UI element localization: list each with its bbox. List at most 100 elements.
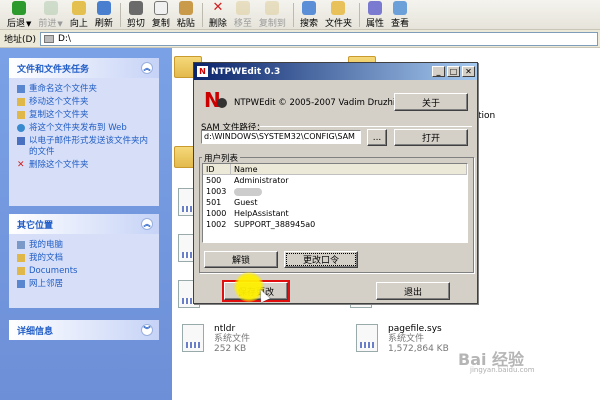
- move-to-button[interactable]: 移至: [231, 0, 255, 30]
- collapse-chevron-icon[interactable]: ︽: [141, 62, 153, 74]
- task-pane: 文件和文件夹任务 ︽ 重命名这个文件夹 移动这个文件夹 复制这个文件夹 将这个文…: [0, 48, 172, 400]
- web-globe-icon: [17, 124, 25, 132]
- up-button[interactable]: 向上: [67, 0, 91, 30]
- details-panel: 详细信息 ︾: [9, 320, 159, 340]
- properties-button[interactable]: 属性: [363, 0, 387, 30]
- address-label: 地址(D): [4, 35, 36, 45]
- scissors-icon: [128, 1, 143, 15]
- computer-icon: [17, 241, 25, 249]
- toolbar-separator: [201, 3, 203, 27]
- copy-folder-icon: [17, 111, 25, 119]
- user-list[interactable]: ID Name 500 Administrator 1003 501 Guest…: [202, 163, 468, 243]
- delete-button[interactable]: ✕ 删除: [206, 0, 230, 30]
- place-my-computer[interactable]: 我的电脑: [17, 240, 153, 251]
- shared-folder-icon: [17, 267, 25, 275]
- ntpwedit-dialog: N NTPWEdit 0.3 _ □ ✕ N NTPWEdit © 2005-2…: [193, 62, 478, 304]
- copyright-text: NTPWEdit © 2005-2007 Vadim Druzhin: [234, 98, 401, 108]
- toolbar-separator: [292, 3, 294, 27]
- system-file-icon[interactable]: [182, 324, 204, 352]
- views-button[interactable]: 查看: [388, 0, 412, 30]
- folder-up-icon: [71, 1, 86, 15]
- about-button[interactable]: 关于: [394, 93, 468, 111]
- column-id[interactable]: ID: [203, 164, 231, 174]
- place-network[interactable]: 网上邻居: [17, 279, 153, 290]
- address-bar: 地址(D) D:\: [0, 30, 600, 48]
- unlock-button[interactable]: 解锁: [204, 251, 278, 268]
- user-row[interactable]: 1000 HelpAssistant: [203, 208, 467, 219]
- search-button[interactable]: 搜索: [297, 0, 321, 30]
- watermark-url: jingyan.baidu.com: [470, 366, 535, 374]
- properties-icon: [367, 1, 382, 15]
- copy-to-button[interactable]: 复制到: [256, 0, 289, 30]
- copy-icon: [153, 1, 168, 15]
- task-move-folder[interactable]: 移动这个文件夹: [17, 97, 153, 108]
- address-value: D:\: [57, 33, 71, 44]
- forward-arrow-icon: [43, 1, 58, 15]
- back-button[interactable]: 后退▼: [4, 0, 34, 30]
- file-ntldr[interactable]: ntldr 系统文件 252 KB: [214, 324, 250, 354]
- user-row[interactable]: 501 Guest: [203, 197, 467, 208]
- folder-tree-icon: [331, 1, 346, 15]
- copy-button[interactable]: 复制: [149, 0, 173, 30]
- details-header[interactable]: 详细信息 ︾: [9, 320, 159, 340]
- open-button[interactable]: 打开: [394, 129, 468, 146]
- ntpwedit-logo-icon: N: [204, 88, 228, 114]
- collapse-chevron-icon[interactable]: ︽: [141, 218, 153, 230]
- user-list-header: ID Name: [203, 164, 467, 175]
- documents-folder-icon: [17, 254, 25, 262]
- sam-group-line: [260, 126, 472, 127]
- expand-chevron-icon[interactable]: ︾: [141, 324, 153, 336]
- toolbar: 后退▼ 前进▼ 向上 刷新 剪切 复制 粘贴 ✕ 删除 移至 复制到 搜索 文件…: [0, 0, 600, 30]
- redacted-name: [234, 187, 262, 196]
- close-button[interactable]: ✕: [462, 66, 475, 77]
- task-email-files[interactable]: 以电子邮件形式发送该文件夹内的文件: [17, 136, 153, 158]
- copy-to-icon: [265, 1, 280, 15]
- clipboard-icon: [178, 1, 193, 15]
- file-name-fragment: tion: [478, 111, 496, 121]
- column-name[interactable]: Name: [231, 164, 467, 174]
- refresh-button[interactable]: 刷新: [92, 0, 116, 30]
- file-tasks-header[interactable]: 文件和文件夹任务 ︽: [9, 58, 159, 78]
- change-password-button[interactable]: 更改口令: [284, 251, 358, 268]
- sam-path-input[interactable]: d:\WINDOWS\SYSTEM32\CONFIG\SAM: [201, 130, 361, 144]
- toolbar-separator: [119, 3, 121, 27]
- back-arrow-icon: [12, 1, 27, 15]
- other-places-panel: 其它位置 ︽ 我的电脑 我的文档 Documents 网上邻居: [9, 214, 159, 308]
- app-logo-icon: N: [197, 66, 208, 77]
- browse-button[interactable]: ...: [367, 129, 387, 146]
- move-to-icon: [235, 1, 250, 15]
- task-copy-folder[interactable]: 复制这个文件夹: [17, 110, 153, 121]
- place-documents[interactable]: Documents: [17, 266, 153, 277]
- user-row[interactable]: 1002 SUPPORT_388945a0: [203, 219, 467, 230]
- exit-button[interactable]: 退出: [376, 282, 450, 300]
- cut-button[interactable]: 剪切: [124, 0, 148, 30]
- dialog-titlebar[interactable]: N NTPWEdit 0.3 _ □ ✕: [194, 63, 477, 80]
- email-icon: [17, 137, 25, 145]
- address-input[interactable]: D:\: [39, 31, 598, 46]
- system-file-icon[interactable]: [356, 324, 378, 352]
- other-places-header[interactable]: 其它位置 ︽: [9, 214, 159, 234]
- task-delete-folder[interactable]: ✕ 删除这个文件夹: [17, 160, 153, 171]
- views-grid-icon: [392, 1, 407, 15]
- network-icon: [17, 280, 25, 288]
- toolbar-separator: [358, 3, 360, 27]
- task-publish-web[interactable]: 将这个文件夹发布到 Web: [17, 123, 153, 134]
- file-pagefile[interactable]: pagefile.sys 系统文件 1,572,864 KB: [388, 324, 449, 354]
- file-tasks-panel: 文件和文件夹任务 ︽ 重命名这个文件夹 移动这个文件夹 复制这个文件夹 将这个文…: [9, 58, 159, 206]
- forward-button[interactable]: 前进▼: [35, 0, 65, 30]
- user-row[interactable]: 500 Administrator: [203, 175, 467, 186]
- search-icon: [301, 1, 316, 15]
- dialog-title: NTPWEdit 0.3: [211, 66, 281, 77]
- delete-x-icon: ✕: [17, 160, 25, 170]
- rename-icon: [17, 85, 25, 93]
- task-rename-folder[interactable]: 重命名这个文件夹: [17, 84, 153, 95]
- paste-button[interactable]: 粘贴: [174, 0, 198, 30]
- folders-button[interactable]: 文件夹: [322, 0, 355, 30]
- user-row[interactable]: 1003: [203, 186, 467, 197]
- drive-icon: [43, 34, 54, 43]
- place-my-documents[interactable]: 我的文档: [17, 253, 153, 264]
- refresh-icon: [96, 1, 111, 15]
- minimize-button[interactable]: _: [432, 66, 445, 77]
- maximize-button[interactable]: □: [447, 66, 460, 77]
- move-folder-icon: [17, 98, 25, 106]
